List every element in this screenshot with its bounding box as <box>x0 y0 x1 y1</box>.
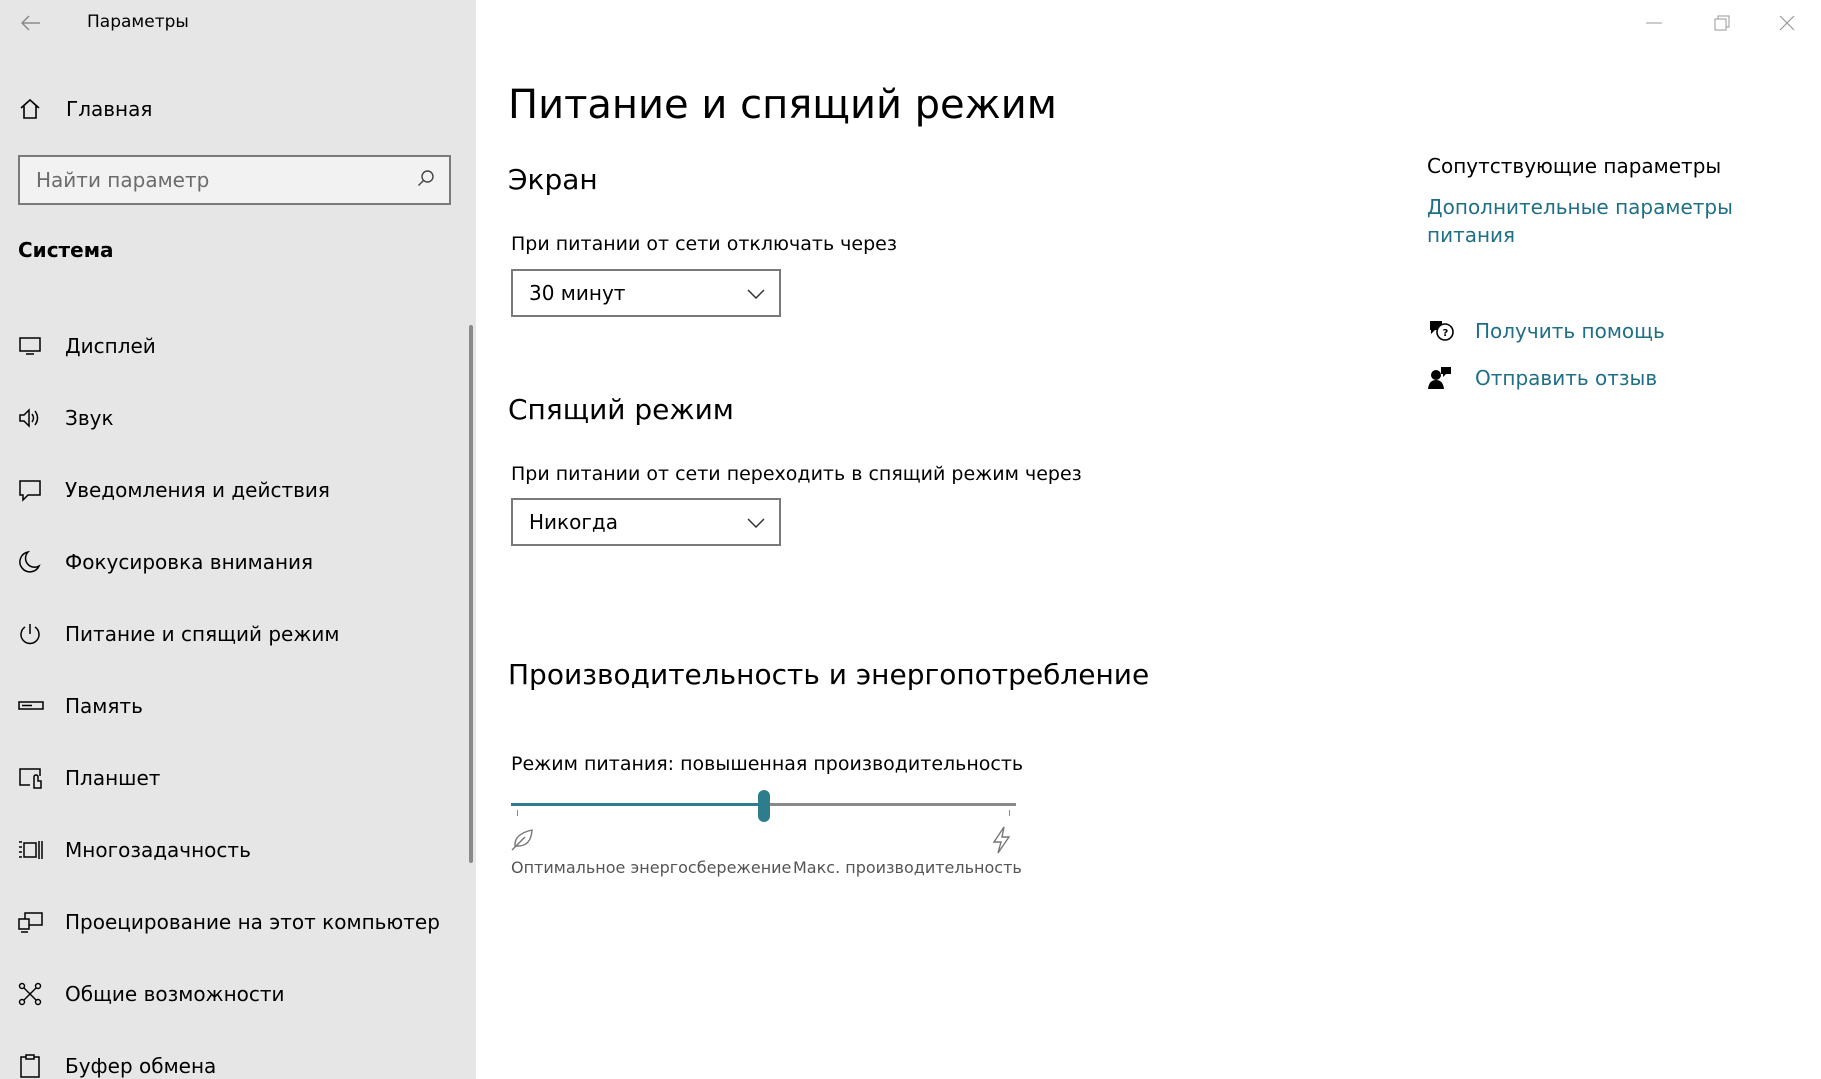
sidebar-item-focus-assist[interactable]: Фокусировка внимания <box>0 526 470 598</box>
slider-left-caption: Оптимальное энергосбережение <box>511 858 792 877</box>
sleep-timeout-label: При питании от сети переходить в спящий … <box>511 463 1082 485</box>
sidebar-item-sound[interactable]: Звук <box>0 382 470 454</box>
send-feedback-link[interactable]: Отправить отзыв <box>1475 366 1657 390</box>
sidebar-item-label: Планшет <box>65 766 161 790</box>
get-help-link[interactable]: Получить помощь <box>1475 319 1665 343</box>
minimize-icon <box>1646 22 1662 24</box>
moon-icon <box>0 550 65 574</box>
sidebar-item-multitasking[interactable]: Многозадачность <box>0 814 470 886</box>
feedback-icon <box>1427 365 1475 391</box>
sidebar-scrollbar[interactable] <box>469 325 473 863</box>
slider-fill <box>511 803 764 806</box>
clipboard-icon <box>0 1053 65 1079</box>
sidebar: Параметры Главная Найти параметр Система… <box>0 0 476 1079</box>
sidebar-item-storage[interactable]: Память <box>0 670 470 742</box>
page-title: Питание и спящий режим <box>508 82 1057 128</box>
sidebar-item-label: Питание и спящий режим <box>65 622 340 646</box>
sleep-timeout-dropdown[interactable]: Никогда <box>511 498 781 546</box>
sidebar-item-label: Проецирование на этот компьютер <box>65 910 440 934</box>
screen-timeout-label: При питании от сети отключать через <box>511 233 897 255</box>
sidebar-item-label: Память <box>65 694 143 718</box>
svg-text:?: ? <box>1443 328 1449 339</box>
back-button[interactable] <box>14 8 48 38</box>
notification-icon <box>0 478 65 502</box>
restore-icon <box>1714 15 1730 31</box>
sidebar-item-shared-experiences[interactable]: Общие возможности <box>0 958 470 1030</box>
lightning-icon <box>990 826 1012 858</box>
related-settings-title: Сопутствующие параметры <box>1427 154 1722 178</box>
projection-icon <box>0 910 65 934</box>
close-button[interactable] <box>1753 0 1821 46</box>
screen-timeout-dropdown[interactable]: 30 минут <box>511 269 781 317</box>
close-icon <box>1779 15 1795 31</box>
sidebar-item-label: Уведомления и действия <box>65 478 330 502</box>
dropdown-value: Никогда <box>529 510 618 534</box>
shared-experiences-icon <box>0 982 65 1006</box>
sidebar-item-label: Главная <box>66 97 153 121</box>
sidebar-item-tablet[interactable]: Планшет <box>0 742 470 814</box>
back-arrow-icon <box>21 15 40 31</box>
sidebar-item-label: Фокусировка внимания <box>65 550 314 574</box>
power-icon <box>0 622 65 646</box>
search-icon[interactable] <box>417 169 435 191</box>
sleep-heading: Спящий режим <box>508 393 734 426</box>
sidebar-item-clipboard[interactable]: Буфер обмена <box>0 1030 470 1079</box>
multitasking-icon <box>0 838 65 862</box>
slider-tick <box>1009 810 1010 816</box>
sidebar-item-label: Многозадачность <box>65 838 251 862</box>
sidebar-item-home[interactable]: Главная <box>0 88 476 130</box>
search-placeholder: Найти параметр <box>36 168 210 192</box>
tablet-icon <box>0 766 65 790</box>
app-title: Параметры <box>87 12 189 32</box>
slider-tick <box>517 810 518 816</box>
search-input[interactable]: Найти параметр <box>18 155 451 205</box>
sidebar-item-label: Дисплей <box>65 334 156 358</box>
dropdown-value: 30 минут <box>529 281 626 305</box>
sidebar-item-label: Звук <box>65 406 114 430</box>
display-icon <box>0 335 65 357</box>
send-feedback-row[interactable]: Отправить отзыв <box>1427 365 1657 391</box>
sidebar-item-label: Буфер обмена <box>65 1054 217 1078</box>
chevron-down-icon <box>747 284 765 303</box>
sidebar-nav: Дисплей Звук Уведомления и действия Фоку… <box>0 310 470 1079</box>
additional-power-settings-link[interactable]: Дополнительные параметры питания <box>1427 193 1747 249</box>
slider-thumb[interactable] <box>758 790 770 822</box>
leaf-icon <box>510 826 536 856</box>
sidebar-item-label: Общие возможности <box>65 982 285 1006</box>
sidebar-item-projection[interactable]: Проецирование на этот компьютер <box>0 886 470 958</box>
section-title: Система <box>18 238 114 262</box>
speaker-icon <box>0 407 65 429</box>
sidebar-item-power-sleep[interactable]: Питание и спящий режим <box>0 598 470 670</box>
sidebar-item-display[interactable]: Дисплей <box>0 310 470 382</box>
minimize-button[interactable] <box>1620 0 1688 46</box>
home-icon <box>0 97 66 121</box>
power-mode-label: Режим питания: повышенная производительн… <box>511 753 1024 775</box>
power-mode-slider[interactable] <box>511 790 1016 822</box>
storage-icon <box>0 699 65 713</box>
maximize-button[interactable] <box>1688 0 1756 46</box>
slider-right-caption: Макс. производительность <box>793 858 1022 877</box>
performance-heading: Производительность и энергопотребление <box>508 658 1150 691</box>
screen-heading: Экран <box>508 163 598 196</box>
help-chat-icon: ? <box>1427 318 1475 344</box>
sidebar-item-notifications[interactable]: Уведомления и действия <box>0 454 470 526</box>
get-help-row[interactable]: ? Получить помощь <box>1427 318 1665 344</box>
chevron-down-icon <box>747 513 765 532</box>
